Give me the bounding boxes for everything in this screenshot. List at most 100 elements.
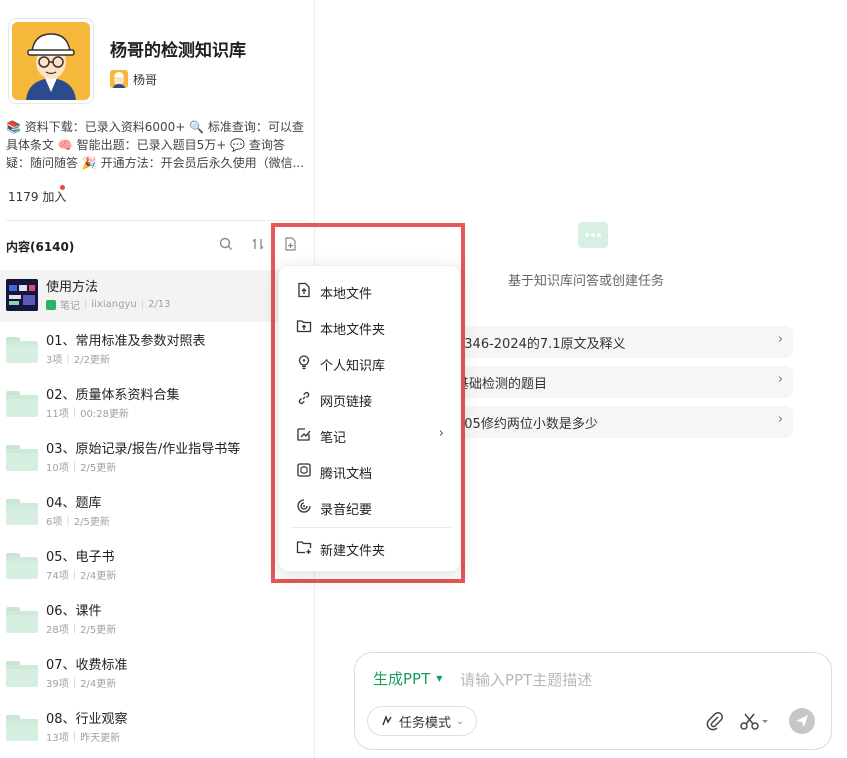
item-name: 02、质量体系资料合集 [46, 388, 180, 403]
menu-item-label: 新建文件夹 [320, 544, 386, 559]
divider [6, 220, 306, 221]
suggestion-text: 1346-2024的7.1原文及释义 [456, 337, 626, 352]
suggestion-item[interactable]: 605修约两位小数是多少 › [446, 406, 793, 438]
file-upload-icon [298, 282, 310, 298]
folder-icon [6, 445, 38, 471]
item-meta: 6项 | 2/5更新 [46, 515, 110, 528]
list-item[interactable]: 05、电子书 74项 | 2/4更新 [0, 540, 315, 592]
item-updated: 00:28更新 [80, 409, 129, 420]
list-item[interactable]: 07、收费标准 39项 | 2/4更新 [0, 648, 315, 700]
item-name: 05、电子书 [46, 550, 115, 565]
folder-icon [6, 337, 38, 363]
item-updated: 2/5更新 [73, 517, 110, 528]
task-mode-button[interactable]: 任务模式 ⌄ [367, 706, 478, 736]
chevron-right-icon: › [777, 412, 783, 427]
list-item[interactable]: 04、题库 6项 | 2/5更新 [0, 486, 315, 538]
item-meta: 13项 | 昨天更新 [46, 731, 121, 744]
item-count: 13项 [46, 733, 69, 744]
list-item[interactable]: 06、课件 28项 | 2/5更新 [0, 594, 315, 646]
menu-item-label: 网页链接 [320, 395, 373, 410]
kb-avatar[interactable] [8, 18, 94, 104]
item-type: 笔记 [60, 301, 80, 312]
item-name: 06、课件 [46, 604, 102, 619]
tencent-doc-icon [297, 463, 311, 477]
note-badge-icon [46, 299, 56, 310]
scissors-icon[interactable] [739, 711, 771, 731]
menu-item-local-folder[interactable]: 本地文件夹 [279, 309, 462, 345]
recording-icon [297, 499, 311, 513]
list-item[interactable]: 02、质量体系资料合集 11项 | 00:28更新 [0, 378, 315, 430]
item-meta: 11项 | 00:28更新 [46, 407, 129, 420]
list-item[interactable]: 01、常用标准及参数对照表 3项 | 2/2更新 [0, 324, 315, 376]
item-meta: 28项 | 2/5更新 [46, 623, 117, 636]
item-updated: 2/4更新 [80, 679, 117, 690]
item-name: 04、题库 [46, 496, 102, 511]
owner-name: 杨哥 [133, 72, 158, 87]
send-button[interactable] [789, 708, 815, 734]
item-count: 11项 [46, 409, 69, 420]
item-name: 01、常用标准及参数对照表 [46, 334, 206, 349]
item-meta: 10项 | 2/5更新 [46, 461, 117, 474]
folder-icon [6, 661, 38, 687]
suggestion-text: 基础检测的题目 [456, 377, 548, 392]
list-item[interactable]: 03、原始记录/报告/作业指导书等 10项 | 2/5更新 [0, 432, 315, 484]
item-meta: 39项 | 2/4更新 [46, 677, 117, 690]
menu-item-new-folder[interactable]: 新建文件夹 [279, 530, 462, 566]
menu-item-personal-kb[interactable]: 个人知识库 [279, 345, 462, 381]
folder-icon [6, 499, 38, 525]
item-count: 74项 [46, 571, 69, 582]
mode-selector[interactable]: 生成PPT ▼ [373, 668, 442, 689]
menu-item-web-link[interactable]: 网页链接 [279, 381, 462, 417]
menu-item-recording[interactable]: 录音纪要 [279, 489, 462, 525]
chevron-right-icon: › [438, 426, 444, 441]
item-updated: 昨天更新 [80, 733, 121, 744]
owner-avatar [110, 70, 128, 88]
note-icon [297, 428, 311, 441]
item-name: 08、行业观察 [46, 712, 128, 727]
folder-icon [6, 553, 38, 579]
link-icon [298, 391, 310, 405]
folder-icon [6, 607, 38, 633]
item-updated: 2/4更新 [80, 571, 117, 582]
chat-input-box: 生成PPT ▼ 请输入PPT主题描述 任务模式 ⌄ [354, 652, 832, 750]
item-date: 2/13 [148, 299, 171, 310]
notification-dot [60, 185, 65, 190]
chat-hint: 基于知识库问答或创建任务 [508, 274, 665, 289]
item-name: 07、收费标准 [46, 658, 128, 673]
item-meta: 74项 | 2/4更新 [46, 569, 117, 582]
sort-icon[interactable] [250, 236, 266, 252]
joined-count: 1179 加入 [8, 190, 67, 204]
caret-down-icon: ▼ [436, 674, 443, 683]
kb-title: 杨哥的检测知识库 [110, 41, 246, 61]
task-mode-label: 任务模式 [399, 715, 452, 731]
send-icon [796, 715, 808, 727]
item-meta: 3项 | 2/2更新 [46, 353, 110, 366]
bulb-icon [298, 355, 310, 370]
item-updated: 2/5更新 [80, 625, 117, 636]
item-author: lixiangyu [91, 299, 137, 310]
kb-owner[interactable]: 杨哥 [110, 70, 157, 88]
add-content-menu: 本地文件 本地文件夹 个人知识库 网页链接 笔记 › 腾讯文档 录音纪要 新建文… [278, 265, 461, 572]
suggestion-item[interactable]: 1346-2024的7.1原文及释义 › [446, 326, 793, 358]
menu-item-local-file[interactable]: 本地文件 [279, 273, 462, 309]
menu-item-label: 录音纪要 [320, 503, 373, 518]
item-name: 03、原始记录/报告/作业指导书等 [46, 442, 241, 457]
menu-item-label: 个人知识库 [320, 359, 386, 374]
list-item[interactable]: 08、行业观察 13项 | 昨天更新 [0, 702, 315, 754]
item-updated: 2/5更新 [80, 463, 117, 474]
chevron-right-icon: › [777, 372, 783, 387]
menu-item-tencent-doc[interactable]: 腾讯文档 [279, 453, 462, 489]
suggestion-item[interactable]: 基础检测的题目 › [446, 366, 793, 398]
attach-icon[interactable] [705, 711, 725, 731]
content-header: 内容(6140) [6, 240, 75, 254]
chevron-right-icon: › [777, 332, 783, 347]
chat-input[interactable]: 请输入PPT主题描述 [460, 669, 592, 690]
item-count: 3项 [46, 355, 63, 366]
item-name: 使用方法 [46, 280, 99, 295]
list-item[interactable]: 使用方法 笔记 | lixiangyu | 2/13 [0, 270, 315, 322]
folder-icon [6, 715, 38, 741]
item-updated: 2/2更新 [73, 355, 110, 366]
menu-item-note[interactable]: 笔记 › [279, 417, 462, 453]
menu-divider [291, 527, 451, 528]
search-icon[interactable] [218, 236, 234, 252]
